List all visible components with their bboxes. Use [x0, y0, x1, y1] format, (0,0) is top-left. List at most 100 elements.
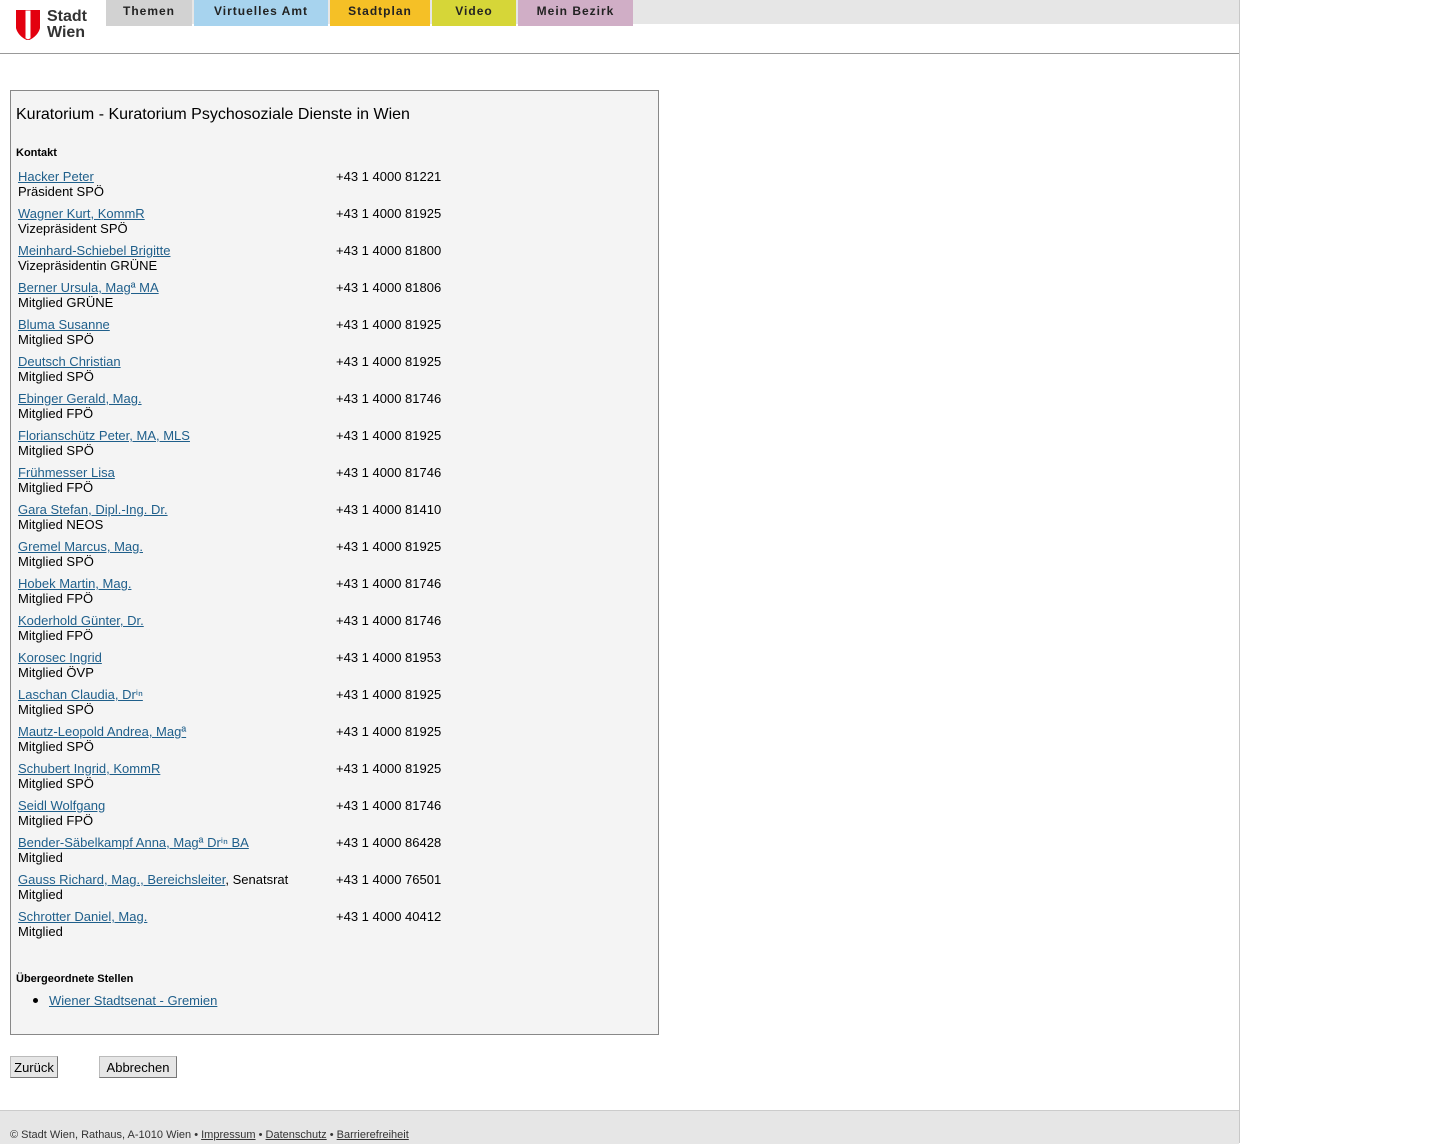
list-item: Wiener Stadtsenat - Gremien	[33, 993, 217, 1008]
contact-phone: +43 1 4000 81925	[336, 761, 442, 776]
contact-row: Bluma Susanne Mitglied SPÖ +43 1 4000 8192…	[18, 317, 638, 354]
contact-phone: +43 1 4000 81221	[336, 169, 442, 184]
tab-stadtplan[interactable]: Stadtplan	[330, 0, 430, 26]
contact-name-link[interactable]: Schrotter Daniel, Mag.	[18, 909, 147, 924]
back-button[interactable]: Zurück	[10, 1056, 58, 1078]
contact-name-link[interactable]: Schubert Ingrid, KommR	[18, 761, 160, 776]
contact-phone: +43 1 4000 81925	[336, 687, 442, 702]
contact-role: Mitglied	[18, 924, 63, 939]
contact-name-link[interactable]: Ebinger Gerald, Mag.	[18, 391, 142, 406]
contact-name: Hobek Martin, Mag.	[18, 576, 131, 591]
contact-phone: +43 1 4000 81953	[336, 650, 442, 665]
contact-name: Mautz-Leopold Andrea, Magª	[18, 724, 186, 739]
contact-role: Mitglied SPÖ	[18, 369, 94, 384]
site-header: Stadt Wien Themen Virtuelles Amt Stadtpl…	[0, 0, 1239, 54]
contact-phone: +43 1 4000 81925	[336, 354, 442, 369]
contact-phone: +43 1 4000 81800	[336, 243, 442, 258]
contact-name: Bluma Susanne	[18, 317, 110, 332]
contact-name-link[interactable]: Gremel Marcus, Mag.	[18, 539, 143, 554]
contact-row: Laschan Claudia, Drⁱⁿ Mitglied SPÖ +43 1 4…	[18, 687, 638, 724]
contact-row: Ebinger Gerald, Mag. Mitglied FPÖ +43 1 40…	[18, 391, 638, 428]
contact-row: Gauss Richard, Mag., Bereichsleiter, Sen…	[18, 872, 638, 909]
contact-phone: +43 1 4000 81925	[336, 428, 442, 443]
contact-name-link[interactable]: Gauss Richard, Mag., Bereichsleiter	[18, 872, 225, 887]
stadt-wien-logo[interactable]: Stadt Wien	[16, 9, 96, 43]
page-title: Kuratorium - Kuratorium Psychosoziale Di…	[16, 106, 410, 123]
contact-row: Hacker Peter Präsident SPÖ +43 1 4000 8122…	[18, 169, 638, 206]
logo-line-2: Wien	[47, 24, 86, 41]
contact-name: Gremel Marcus, Mag.	[18, 539, 143, 554]
contact-row: Bender-Säbelkampf Anna, Magª Drⁱⁿ BA Mitg…	[18, 835, 638, 872]
contact-role: Mitglied SPÖ	[18, 776, 94, 791]
datenschutz-link[interactable]: Datenschutz	[266, 1129, 327, 1141]
contact-name: Gauss Richard, Mag., Bereichsleiter, Sen…	[18, 872, 288, 887]
contact-name-suffix: , Senatsrat	[225, 872, 289, 887]
contact-phone: +43 1 4000 40412	[336, 909, 442, 924]
tab-mein-bezirk[interactable]: Mein Bezirk	[518, 0, 633, 26]
contact-role: Präsident SPÖ	[18, 184, 104, 199]
contact-name: Koderhold Günter, Dr.	[18, 613, 144, 628]
contact-name-link[interactable]: Bluma Susanne	[18, 317, 110, 332]
contact-name-link[interactable]: Koderhold Günter, Dr.	[18, 613, 144, 628]
contact-row: Schubert Ingrid, KommR Mitglied SPÖ +43 1 …	[18, 761, 638, 798]
contact-name-link[interactable]: Deutsch Christian	[18, 354, 121, 369]
contact-name-link[interactable]: Bender-Säbelkampf Anna, Magª Drⁱⁿ BA	[18, 835, 249, 850]
contact-name: Deutsch Christian	[18, 354, 121, 369]
contact-name-link[interactable]: Hobek Martin, Mag.	[18, 576, 131, 591]
contact-role: Mitglied	[18, 887, 63, 902]
contact-role: Mitglied FPÖ	[18, 591, 94, 606]
contact-name: Schrotter Daniel, Mag.	[18, 909, 147, 924]
contact-role: Mitglied NEOS	[18, 517, 104, 532]
contact-name: Frühmesser Lisa	[18, 465, 115, 480]
contact-row: Mautz-Leopold Andrea, Magª Mitglied SPÖ +4…	[18, 724, 638, 761]
contact-row: Schrotter Daniel, Mag. Mitglied +43 1 4000…	[18, 909, 638, 946]
logo-line-1: Stadt	[47, 8, 87, 25]
contact-role: Mitglied SPÖ	[18, 443, 94, 458]
parent-unit-link[interactable]: Wiener Stadtsenat - Gremien	[49, 993, 217, 1008]
tab-themen[interactable]: Themen	[106, 0, 192, 26]
contact-role: Mitglied SPÖ	[18, 702, 94, 717]
contact-name: Wagner Kurt, KommR	[18, 206, 145, 221]
contact-phone: +43 1 4000 81925	[336, 724, 442, 739]
contact-name: Bender-Säbelkampf Anna, Magª Drⁱⁿ BA	[18, 835, 249, 851]
contact-role: Mitglied SPÖ	[18, 554, 94, 569]
contact-name-link[interactable]: Laschan Claudia, Drⁱⁿ	[18, 687, 143, 702]
contact-name-link[interactable]: Florianschütz Peter, MA, MLS	[18, 428, 190, 443]
contact-name-link[interactable]: Seidl Wolfgang	[18, 798, 105, 813]
contact-name-link[interactable]: Korosec Ingrid	[18, 650, 102, 665]
footer-copyright: © Stadt Wien, Rathaus, A-1010 Wien	[10, 1129, 192, 1141]
cancel-button[interactable]: Abbrechen	[99, 1056, 177, 1078]
committee-panel: Kuratorium - Kuratorium Psychosoziale Di…	[10, 90, 659, 1035]
contact-row: Frühmesser Lisa Mitglied FPÖ +43 1 4000 81…	[18, 465, 638, 502]
contact-phone: +43 1 4000 81746	[336, 391, 442, 406]
contact-name-link[interactable]: Meinhard-Schiebel Brigitte	[18, 243, 170, 258]
contact-row: Gara Stefan, Dipl.-Ing. Dr. Mitglied NEOS…	[18, 502, 638, 539]
contact-phone: +43 1 4000 81746	[336, 613, 442, 628]
contact-name-link[interactable]: Mautz-Leopold Andrea, Magª	[18, 724, 186, 739]
barrierefreiheit-link[interactable]: Barrierefreiheit	[337, 1129, 409, 1141]
contact-name: Berner Ursula, Magª MA	[18, 280, 159, 295]
contact-phone: +43 1 4000 81925	[336, 206, 442, 221]
tab-video[interactable]: Video	[432, 0, 516, 26]
contact-phone: +43 1 4000 81410	[336, 502, 442, 517]
contact-name-link[interactable]: Frühmesser Lisa	[18, 465, 115, 480]
contact-phone: +43 1 4000 81746	[336, 576, 442, 591]
contact-phone: +43 1 4000 76501	[336, 872, 442, 887]
contact-role: Mitglied SPÖ	[18, 332, 94, 347]
logo-wordmark: Stadt Wien	[47, 9, 87, 41]
contact-phone: +43 1 4000 86428	[336, 835, 442, 850]
contact-name-link[interactable]: Berner Ursula, Magª MA	[18, 280, 159, 295]
footer-separator: •	[329, 1129, 334, 1141]
contact-name: Ebinger Gerald, Mag.	[18, 391, 142, 406]
contact-name-link[interactable]: Gara Stefan, Dipl.-Ing. Dr.	[18, 502, 168, 517]
contact-phone: +43 1 4000 81746	[336, 465, 442, 480]
contact-phone: +43 1 4000 81806	[336, 280, 442, 295]
contact-row: Berner Ursula, Magª MA Mitglied GRÜNE +43 …	[18, 280, 638, 317]
impressum-link[interactable]: Impressum	[201, 1129, 255, 1141]
tab-virtuelles-amt[interactable]: Virtuelles Amt	[194, 0, 328, 26]
contact-row: Hobek Martin, Mag. Mitglied FPÖ +43 1 4000…	[18, 576, 638, 613]
contact-name-link[interactable]: Hacker Peter	[18, 169, 94, 184]
contact-name-link[interactable]: Wagner Kurt, KommR	[18, 206, 145, 221]
bullet-icon	[33, 998, 38, 1003]
contact-phone: +43 1 4000 81925	[336, 539, 442, 554]
